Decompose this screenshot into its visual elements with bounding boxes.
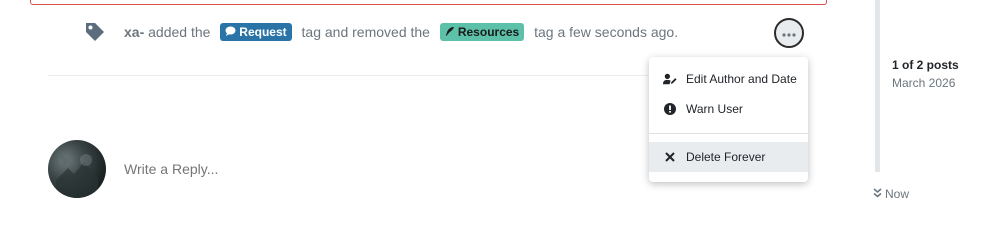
event-text-removed: tag and removed the xyxy=(297,24,434,40)
jump-to-now-link[interactable]: Now xyxy=(873,187,909,201)
menu-item-label: Warn User xyxy=(686,102,743,116)
event-text-added: added the xyxy=(144,24,215,40)
feather-icon xyxy=(445,25,455,39)
menu-item-edit-author-date[interactable]: Edit Author and Date xyxy=(649,64,808,94)
tag-icon xyxy=(84,21,106,43)
tag-request-badge[interactable]: Request xyxy=(220,23,292,41)
menu-item-label: Edit Author and Date xyxy=(686,72,797,86)
tag-resources-badge[interactable]: Resources xyxy=(439,23,525,41)
tag-request-label: Request xyxy=(239,25,287,39)
ellipsis-icon xyxy=(782,24,796,42)
post-count-label: 1 of 2 posts xyxy=(892,58,959,72)
error-alert-box xyxy=(30,0,827,5)
now-label: Now xyxy=(885,187,910,201)
event-username[interactable]: xa- xyxy=(124,24,144,40)
menu-separator xyxy=(649,133,808,134)
times-icon xyxy=(663,152,677,162)
tag-change-event: xa- added the Request tag and removed th… xyxy=(84,20,678,44)
menu-item-label: Delete Forever xyxy=(686,150,766,164)
exclamation-circle-icon xyxy=(663,103,677,115)
double-chevron-down-icon xyxy=(873,187,882,201)
tag-resources-label: Resources xyxy=(457,25,520,39)
menu-item-warn-user[interactable]: Warn User xyxy=(649,94,808,124)
menu-item-delete-forever[interactable]: Delete Forever xyxy=(649,142,808,172)
comment-icon xyxy=(225,25,236,39)
avatar xyxy=(48,140,106,198)
reply-input[interactable] xyxy=(124,158,624,180)
post-controls-dropdown: Edit Author and Date Warn User Delete Fo… xyxy=(649,57,808,182)
timeline-scrubber-bar[interactable] xyxy=(875,0,880,172)
user-edit-icon xyxy=(663,72,677,86)
post-date-label: March 2026 xyxy=(892,76,956,90)
event-text-time: tag a few seconds ago. xyxy=(530,24,679,40)
post-menu-toggle-button[interactable] xyxy=(774,18,804,48)
post-divider xyxy=(48,75,648,76)
